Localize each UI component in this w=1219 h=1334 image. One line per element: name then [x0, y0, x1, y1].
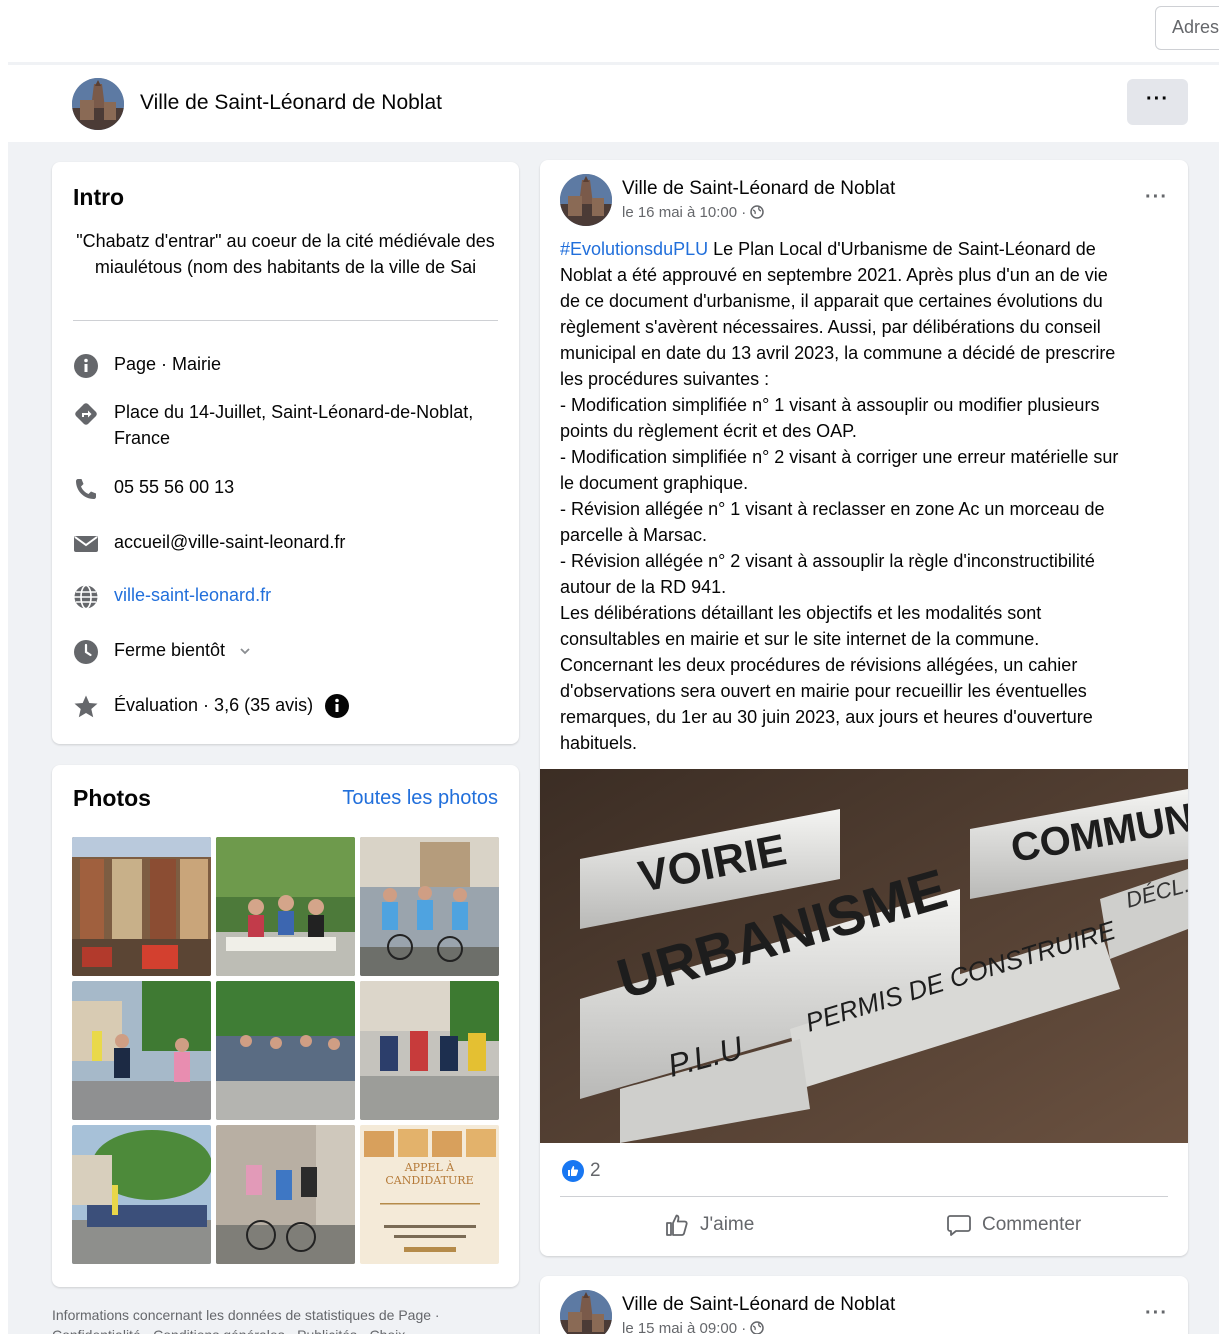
hashtag-link[interactable]: #EvolutionsduPLU [560, 239, 708, 259]
comment-icon [947, 1215, 971, 1236]
rating-text: Évaluation · 3,6 (35 avis) [114, 695, 314, 715]
photo-thumbnail[interactable] [216, 981, 355, 1120]
email-text[interactable]: accueil@ville-saint-leonard.fr [114, 529, 499, 555]
page-type-text: Page · Mairie [114, 354, 222, 374]
post-line: le document graphique. [560, 473, 749, 493]
like-label: J'aime [700, 1214, 755, 1235]
post-author-avatar[interactable] [560, 174, 612, 226]
photo-grid: APPEL À CANDIDATURE [72, 837, 499, 1264]
post-line: Le Plan Local d'Urbanisme de Saint-Léona… [708, 239, 1096, 259]
post-line: - Révision allégée n° 1 visant à reclass… [560, 499, 1105, 519]
page-header: Ville de Saint-Léonard de Noblat ··· [8, 62, 1219, 142]
address-button[interactable]: Adresse [1155, 6, 1219, 50]
rating-info-icon[interactable] [324, 693, 350, 719]
globe-icon [750, 205, 765, 219]
post-line: - Modification simplifiée n° 2 visant à … [560, 447, 1119, 467]
poster-title: APPEL À CANDIDATURE [385, 1161, 474, 1187]
photo-thumbnail[interactable] [72, 837, 211, 976]
post-line: Noblat a été approuvé en septembre 2021.… [560, 265, 1108, 285]
more-options-button[interactable]: ··· [1127, 79, 1188, 125]
post-author-name[interactable]: Ville de Saint-Léonard de Noblat [622, 1294, 895, 1316]
envelope-icon [74, 536, 98, 552]
intro-divider [73, 320, 498, 321]
post-options-button[interactable]: ··· [1145, 186, 1168, 209]
comment-button[interactable]: Commenter [946, 1212, 1081, 1238]
phone-icon [76, 479, 96, 499]
comment-label: Commenter [982, 1214, 1082, 1235]
website-link[interactable]: ville-saint-leonard.fr [114, 582, 499, 608]
address-button-label: Adresse [1172, 17, 1219, 37]
post-line: consultables en mairie et sur le site in… [560, 629, 1040, 649]
post-timestamp[interactable]: le 15 mai à 09:00 · [622, 1320, 765, 1334]
intro-card: Intro "Chabatz d'entrar" au coeur de la … [52, 162, 519, 744]
photo-thumbnail[interactable] [360, 981, 499, 1120]
post-line: habituels. [560, 733, 638, 753]
post-line: de ce document d'urbanisme, il apparait … [560, 291, 1103, 311]
reactions-summary[interactable]: 2 [562, 1158, 601, 1184]
photos-title: Photos [73, 785, 151, 811]
post-time-text: le 16 mai à 10:00 · [622, 204, 751, 221]
clock-icon [74, 640, 98, 664]
phone-text[interactable]: 05 55 56 00 13 [114, 474, 499, 500]
post-line: points du règlement écrit et des OAP. [560, 421, 857, 441]
photo-thumbnail[interactable] [216, 837, 355, 976]
photo-thumbnail[interactable] [216, 1125, 355, 1264]
post-line: - Révision allégée n° 2 visant à assoupl… [560, 551, 1095, 571]
like-button[interactable]: J'aime [664, 1212, 754, 1238]
intro-title: Intro [73, 184, 125, 210]
info-icon [74, 354, 98, 378]
post-text: #EvolutionsduPLU Le Plan Local d'Urbanis… [560, 236, 1170, 756]
like-reaction-icon [562, 1160, 584, 1182]
post-line: municipal en date du 13 avril 2023, la c… [560, 343, 1116, 363]
post-card: Ville de Saint-Léonard de Noblat le 15 m… [540, 1276, 1188, 1334]
star-icon [74, 695, 98, 718]
post-line: les procédures suivantes : [560, 369, 770, 389]
like-count: 2 [590, 1160, 601, 1181]
post-time-text: le 15 mai à 09:00 · [622, 1320, 751, 1334]
more-options-icon: ··· [1146, 88, 1169, 110]
post-options-button[interactable]: ··· [1145, 1302, 1168, 1325]
address-text: Place du 14-Juillet, Saint-Léonard-de-No… [114, 402, 474, 448]
globe-icon [74, 584, 98, 610]
page-name[interactable]: Ville de Saint-Léonard de Noblat [140, 91, 442, 115]
post-image[interactable]: VOIRIE COMMUNE URBANISME PERMIS DE CONST… [540, 769, 1188, 1143]
photos-card: Photos Toutes les photos APPEL À CANDIDA… [52, 765, 519, 1287]
post-timestamp[interactable]: le 16 mai à 10:00 · [622, 204, 765, 221]
page-avatar[interactable] [72, 78, 124, 130]
church-avatar-image [560, 1290, 612, 1334]
post-line: autour de la RD 941. [560, 577, 727, 597]
thumbs-up-icon [666, 1214, 688, 1236]
post-author-avatar[interactable] [560, 1290, 612, 1334]
photo-thumbnail[interactable] [360, 837, 499, 976]
all-photos-link[interactable]: Toutes les photos [342, 787, 498, 810]
photo-thumbnail[interactable] [72, 981, 211, 1120]
photo-thumbnail[interactable] [72, 1125, 211, 1264]
post-line: règlement s'avèrent nécessaires. Aussi, … [560, 317, 1101, 337]
post-line: remarques, du 1er au 30 juin 2023, aux j… [560, 707, 1093, 727]
post-line: - Modification simplifiée n° 1 visant à … [560, 395, 1100, 415]
post-line: parcelle à Marsac. [560, 525, 708, 545]
chevron-down-icon [240, 648, 250, 655]
photo-thumbnail-poster[interactable]: APPEL À CANDIDATURE [360, 1125, 499, 1264]
intro-description: "Chabatz d'entrar" au coeur de la cité m… [76, 231, 495, 277]
post-actions-divider [560, 1196, 1168, 1197]
globe-icon [750, 1321, 765, 1334]
post-card: Ville de Saint-Léonard de Noblat le 16 m… [540, 160, 1188, 1256]
footer-links[interactable]: Informations concernant les données de s… [52, 1305, 522, 1334]
post-author-name[interactable]: Ville de Saint-Léonard de Noblat [622, 178, 895, 200]
post-line: d'observations sera ouvert en mairie pou… [560, 681, 1087, 701]
post-line: Les délibérations détaillant les objecti… [560, 603, 1042, 623]
church-avatar-image [560, 174, 612, 226]
hours-text: Ferme bientôt [114, 640, 226, 660]
church-avatar-image [72, 78, 124, 130]
directions-icon [75, 403, 97, 425]
post-line: Concernant les deux procédures de révisi… [560, 655, 1078, 675]
